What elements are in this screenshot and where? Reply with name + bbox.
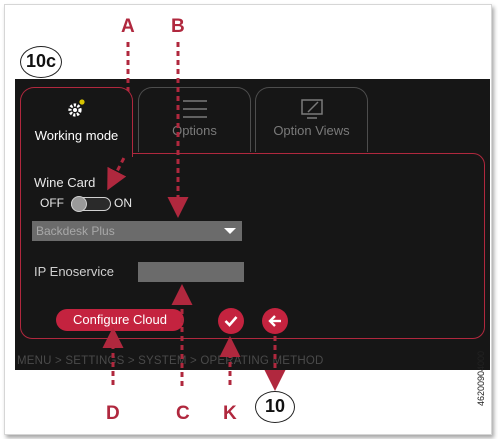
callout-a-label: A — [121, 16, 135, 37]
gear-icon — [66, 98, 88, 121]
callout-b-label: B — [171, 16, 185, 37]
tab-working-mode[interactable]: Working mode — [20, 87, 133, 157]
callout-arrows — [102, 42, 286, 391]
callout-c-label: C — [176, 403, 190, 424]
tab-working-mode-label: Working mode — [34, 128, 119, 143]
panel-tab-joint — [21, 151, 132, 155]
callout-d-label: D — [106, 403, 120, 424]
callout-k-label: K — [223, 403, 237, 424]
document-code: 46200904000 — [476, 350, 486, 406]
callout-10-badge: 10 — [255, 391, 295, 423]
callout-lines — [102, 42, 286, 391]
